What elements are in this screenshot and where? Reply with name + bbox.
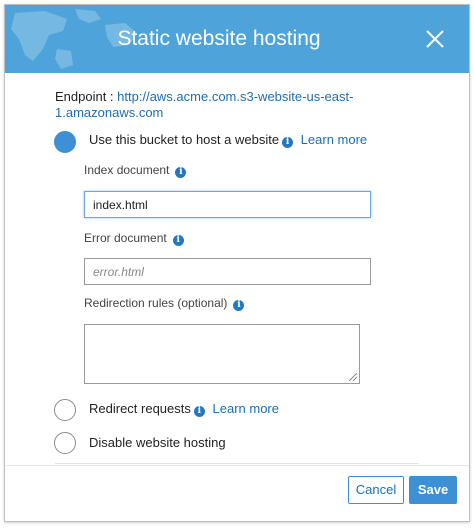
dialog-title: Static website hosting — [117, 27, 321, 50]
redirection-rules-label-row: Redirection rules (optional) i — [84, 296, 245, 311]
info-icon[interactable]: i — [193, 406, 205, 417]
redirect-requests-option: Redirect requests i Learn more — [89, 401, 279, 417]
disable-hosting-label: Disable website hosting — [89, 435, 226, 450]
redirect-requests-label: Redirect requests — [89, 401, 191, 416]
learn-more-link[interactable]: Learn more — [301, 132, 367, 147]
redirection-rules-textarea[interactable] — [84, 324, 360, 384]
dialog: Static website hosting Endpoint : http:/… — [4, 4, 470, 522]
host-website-option: Use this bucket to host a website i Learn… — [89, 132, 367, 148]
index-document-label: Index document — [84, 163, 170, 177]
info-icon[interactable]: i — [233, 300, 245, 311]
cancel-button[interactable]: Cancel — [348, 476, 404, 504]
redirection-rules-label: Redirection rules (optional) — [84, 296, 228, 310]
index-document-label-row: Index document i — [84, 163, 187, 178]
dialog-header: Static website hosting — [5, 5, 469, 73]
redirect-requests-radio[interactable] — [54, 399, 76, 421]
host-website-radio[interactable] — [54, 131, 76, 153]
disable-hosting-option: Disable website hosting — [89, 435, 226, 450]
save-button[interactable]: Save — [409, 476, 457, 504]
close-icon[interactable] — [421, 25, 449, 53]
disable-hosting-radio[interactable] — [54, 432, 76, 454]
endpoint: Endpoint : http://aws.acme.com.s3-websit… — [55, 89, 355, 121]
host-website-label: Use this bucket to host a website — [89, 132, 280, 147]
divider — [55, 463, 419, 464]
info-icon[interactable]: i — [282, 137, 294, 148]
error-document-label-row: Error document i — [84, 231, 184, 246]
index-document-input[interactable] — [84, 191, 371, 218]
learn-more-link[interactable]: Learn more — [213, 401, 279, 416]
endpoint-label: Endpoint : — [55, 89, 114, 104]
error-document-label: Error document — [84, 231, 167, 245]
resize-grip-icon[interactable] — [349, 373, 357, 381]
error-document-input[interactable] — [84, 258, 371, 285]
info-icon[interactable]: i — [172, 235, 184, 246]
info-icon[interactable]: i — [175, 167, 187, 178]
footer-divider — [5, 465, 469, 466]
